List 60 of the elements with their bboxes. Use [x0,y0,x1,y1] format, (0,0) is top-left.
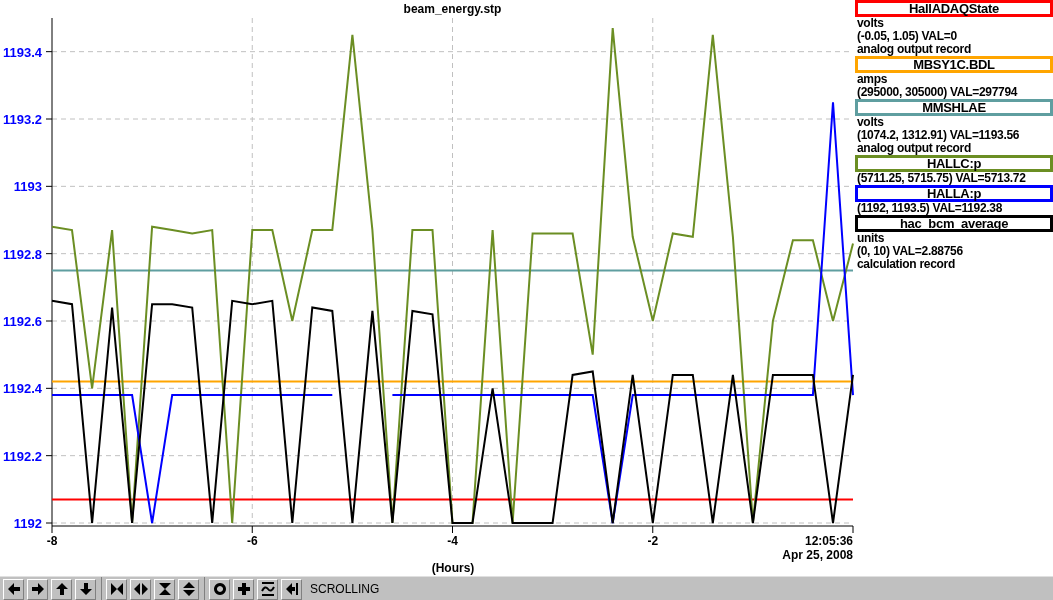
left-arrow-button[interactable] [3,578,24,600]
ring-icon [212,582,227,596]
up-arrow-icon [54,582,69,596]
x-axis-label: -2 [647,534,659,548]
up-arrow-button[interactable] [51,578,72,600]
inward-triangles-button[interactable] [106,578,127,600]
ring-button[interactable] [209,578,230,600]
wave-in-box-icon [260,582,275,596]
chart-title: beam_energy.stp [403,2,502,16]
signal-name[interactable]: HallADAQState [855,0,1053,17]
signal-name[interactable]: hac_bcm_average [855,215,1053,232]
y-axis-label: 1193 [13,179,42,195]
vertical-inward-triangles-icon [157,582,172,596]
vertical-inward-triangles-button[interactable] [154,578,175,600]
down-arrow-icon [78,582,93,596]
signal-name[interactable]: MMSHLAE [855,99,1053,116]
signal-info: analog output record [856,43,972,56]
date-label: Apr 25, 2008 [782,548,853,562]
plus-icon [236,582,251,596]
signal-info: amps [856,73,889,86]
down-arrow-button[interactable] [75,578,96,600]
signal-info: (0, 10) VAL=2.88756 [856,245,964,258]
plus-button[interactable] [233,578,254,600]
x-axis-title: (Hours) [431,561,475,575]
signal-name[interactable]: HALLA:p [855,185,1053,202]
y-axis-label: 1192 [13,516,42,531]
right-arrow-icon [30,582,45,596]
y-axis-label: 1192.6 [2,314,42,329]
x-axis-label: -4 [447,534,458,548]
y-axis-label: 1193.2 [2,112,42,127]
signal-info: (-0.05, 1.05) VAL=0 [856,30,958,43]
signal-info: volts [856,116,885,129]
signal-info: (5711.25, 5715.75) VAL=5713.72 [856,172,1027,185]
y-axis-label: 1192.4 [2,381,42,397]
signal-info: calculation record [856,258,956,271]
timestamp: 12:05:36 [804,534,853,548]
status-text: SCROLLING [310,582,380,596]
signal-info: (1074.2, 1312.91) VAL=1193.56 [856,129,1021,142]
signal-info: volts [856,17,885,30]
arrow-to-bar-icon [284,582,299,596]
back-to-bar-button[interactable] [281,578,302,600]
y-axis-label: 1192.8 [2,246,42,262]
inward-triangles-icon [109,582,124,596]
y-axis-label: 1193.4 [2,44,42,60]
outward-triangles-icon [133,582,148,596]
x-axis-label: -8 [46,534,58,548]
signal-name[interactable]: MBSY1C.BDL [855,56,1053,73]
vertical-outward-triangles-button[interactable] [178,578,199,600]
right-arrow-button[interactable] [27,578,48,600]
signal-info: (295000, 305000) VAL=297794 [856,86,1019,99]
signal-info: analog output record [856,142,972,155]
left-arrow-icon [6,582,21,596]
graph-button[interactable] [257,578,278,600]
vertical-outward-triangles-icon [181,582,196,596]
y-axis-label: 1192.2 [2,448,42,464]
signal-info: (1192, 1193.5) VAL=1192.38 [856,202,1004,215]
x-axis-label: -6 [246,534,258,548]
signal-info: units [856,232,886,245]
outward-triangles-button[interactable] [130,578,151,600]
signal-name[interactable]: HALLC:p [855,155,1053,172]
